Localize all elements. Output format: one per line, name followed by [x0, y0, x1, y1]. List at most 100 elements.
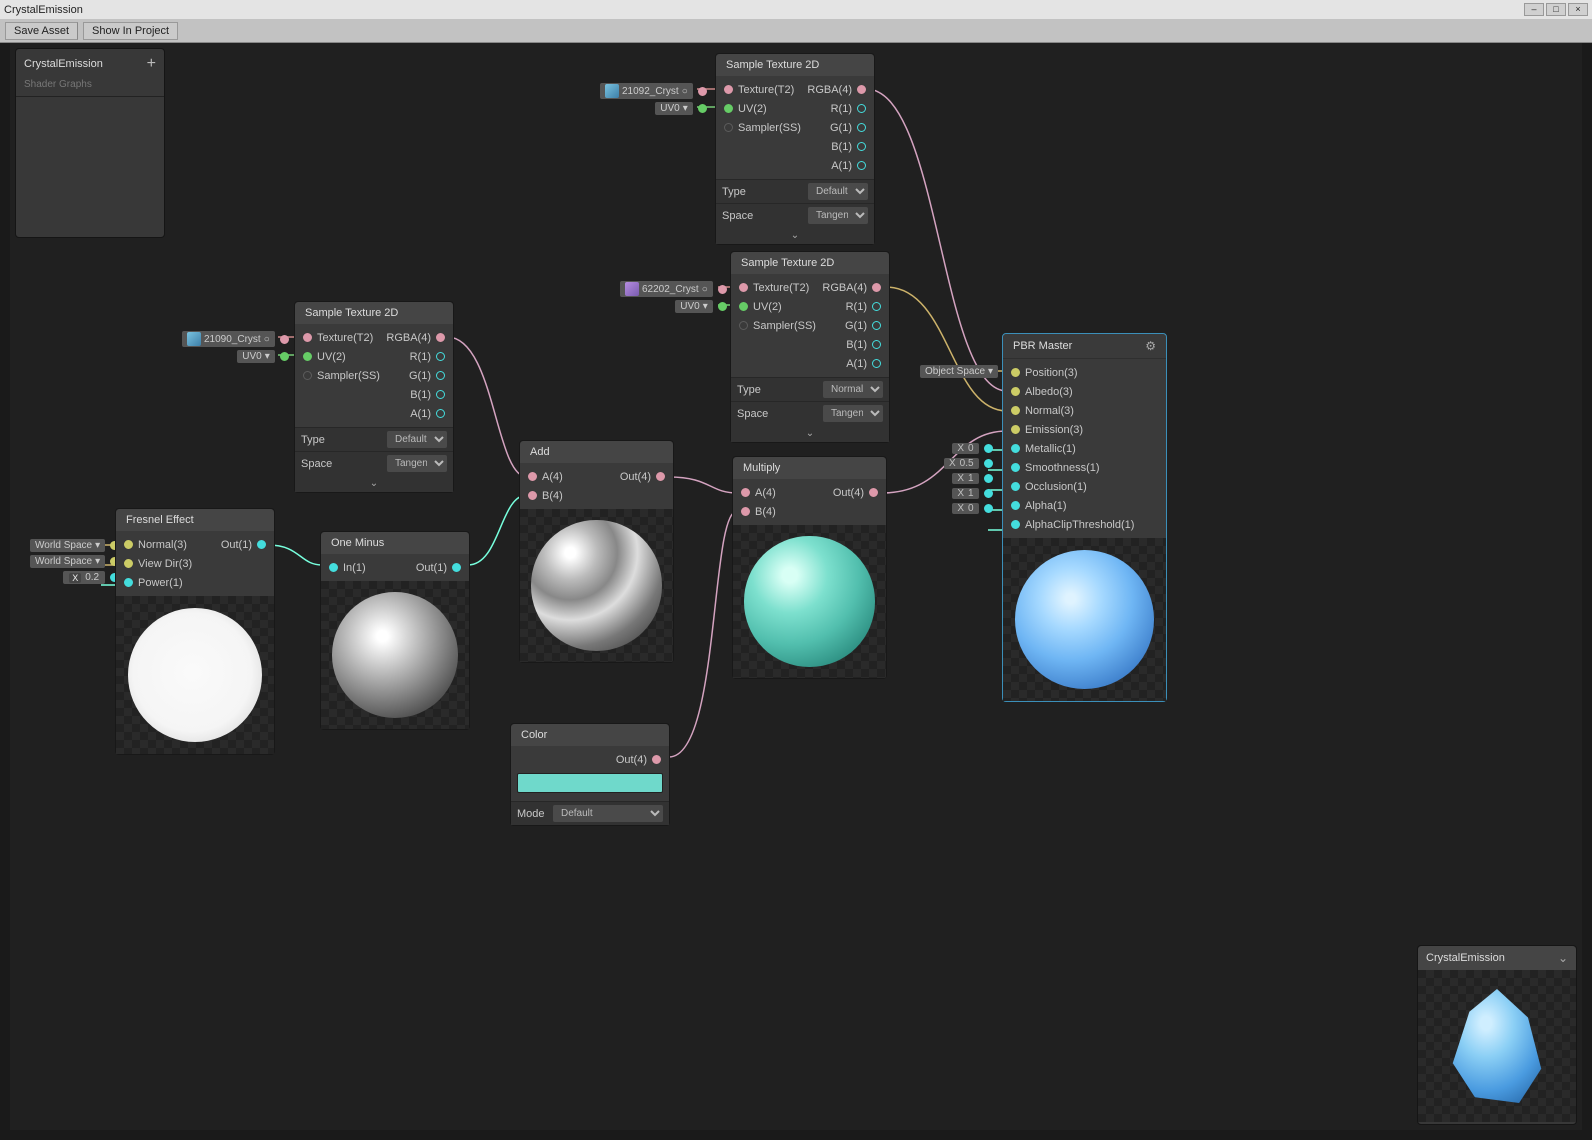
power-value-field[interactable]: X0.2	[63, 571, 105, 584]
node-sample-texture-mid[interactable]: Sample Texture 2D Texture(T2)RGBA(4) UV(…	[730, 251, 890, 443]
port-out[interactable]	[652, 755, 661, 764]
port-albedo[interactable]	[1011, 387, 1020, 396]
port-a[interactable]	[741, 488, 750, 497]
minimize-button[interactable]: –	[1524, 3, 1544, 16]
node-multiply[interactable]: Multiply A(4)Out(4) B(4)	[732, 456, 887, 679]
port-b[interactable]	[857, 142, 866, 151]
occlusion-value[interactable]: X1	[952, 473, 978, 484]
uv-chip[interactable]: UV0 ▾	[655, 102, 692, 115]
port-out[interactable]	[718, 302, 727, 311]
port-texture[interactable]	[303, 333, 312, 342]
port-uv[interactable]	[724, 104, 733, 113]
world-space-chip[interactable]: World Space ▾	[30, 539, 105, 552]
space-dropdown[interactable]: Tangent	[387, 455, 447, 472]
port-out[interactable]	[257, 540, 266, 549]
port-alphaclip[interactable]	[1011, 520, 1020, 529]
port-g[interactable]	[857, 123, 866, 132]
texture-chip-21092[interactable]: 21092_Cryst○	[600, 83, 693, 99]
port-power[interactable]	[124, 578, 133, 587]
texture-chip-62202[interactable]: 62202_Cryst○	[620, 281, 713, 297]
port-b[interactable]	[741, 507, 750, 516]
mode-dropdown[interactable]: Default	[553, 805, 663, 822]
port-out[interactable]	[718, 285, 727, 294]
node-fresnel-effect[interactable]: Fresnel Effect Normal(3)Out(1) View Dir(…	[115, 508, 275, 755]
port-rgba[interactable]	[436, 333, 445, 342]
gear-icon[interactable]: ⚙	[1145, 339, 1156, 353]
main-preview-panel[interactable]: CrystalEmission ⌄	[1417, 945, 1577, 1125]
port-sampler[interactable]	[724, 123, 733, 132]
port-a[interactable]	[436, 409, 445, 418]
port-b[interactable]	[528, 491, 537, 500]
texture-chip-21090[interactable]: 21090_Cryst○	[182, 331, 275, 347]
port[interactable]	[984, 459, 993, 468]
space-dropdown[interactable]: Tangent	[823, 405, 883, 422]
port[interactable]	[984, 474, 993, 483]
uv-chip[interactable]: UV0 ▾	[675, 300, 712, 313]
metallic-value[interactable]: X0	[952, 443, 978, 454]
port[interactable]	[984, 444, 993, 453]
port-b[interactable]	[872, 340, 881, 349]
port-out[interactable]	[698, 87, 707, 96]
node-sample-texture-left[interactable]: Sample Texture 2D Texture(T2)RGBA(4) UV(…	[294, 301, 454, 493]
port[interactable]	[984, 489, 993, 498]
smoothness-value[interactable]: X0.5	[944, 458, 979, 469]
port-b[interactable]	[436, 390, 445, 399]
port-normal[interactable]	[124, 540, 133, 549]
node-sample-texture-top[interactable]: Sample Texture 2D Texture(T2)RGBA(4) UV(…	[715, 53, 875, 245]
port-r[interactable]	[872, 302, 881, 311]
type-dropdown[interactable]: Default	[387, 431, 447, 448]
node-color[interactable]: Color Out(4) ModeDefault	[510, 723, 670, 826]
type-dropdown[interactable]: Default	[808, 183, 868, 200]
blackboard-panel[interactable]: CrystalEmission + Shader Graphs	[15, 48, 165, 238]
maximize-button[interactable]: □	[1546, 3, 1566, 16]
port-alpha[interactable]	[1011, 501, 1020, 510]
port-normal[interactable]	[1011, 406, 1020, 415]
collapse-chevron-icon[interactable]: ⌄	[731, 425, 889, 442]
port-uv[interactable]	[303, 352, 312, 361]
port-occlusion[interactable]	[1011, 482, 1020, 491]
port-emission[interactable]	[1011, 425, 1020, 434]
show-in-project-button[interactable]: Show In Project	[83, 22, 178, 40]
port-rgba[interactable]	[872, 283, 881, 292]
port-smoothness[interactable]	[1011, 463, 1020, 472]
clip-value[interactable]: X0	[952, 503, 978, 514]
port-texture[interactable]	[724, 85, 733, 94]
port-in[interactable]	[329, 563, 338, 572]
port-texture[interactable]	[739, 283, 748, 292]
port-out[interactable]	[452, 563, 461, 572]
port-out[interactable]	[656, 472, 665, 481]
port-sampler[interactable]	[739, 321, 748, 330]
port-uv[interactable]	[739, 302, 748, 311]
port-a[interactable]	[528, 472, 537, 481]
port-r[interactable]	[857, 104, 866, 113]
port-sampler[interactable]	[303, 371, 312, 380]
chevron-down-icon[interactable]: ⌄	[1558, 951, 1568, 965]
node-one-minus[interactable]: One Minus In(1)Out(1)	[320, 531, 470, 730]
port-position[interactable]	[1011, 368, 1020, 377]
uv-chip[interactable]: UV0 ▾	[237, 350, 274, 363]
port-out[interactable]	[280, 335, 289, 344]
save-asset-button[interactable]: Save Asset	[5, 22, 78, 40]
port-out[interactable]	[280, 352, 289, 361]
port-metallic[interactable]	[1011, 444, 1020, 453]
port-viewdir[interactable]	[124, 559, 133, 568]
port-g[interactable]	[872, 321, 881, 330]
port-out[interactable]	[869, 488, 878, 497]
shader-graph-canvas[interactable]: CrystalEmission + Shader Graphs 21092_Cr…	[10, 43, 1582, 1130]
port-out[interactable]	[698, 104, 707, 113]
blackboard-add-button[interactable]: +	[147, 55, 156, 73]
collapse-chevron-icon[interactable]: ⌄	[716, 227, 874, 244]
node-add[interactable]: Add A(4)Out(4) B(4)	[519, 440, 674, 663]
collapse-chevron-icon[interactable]: ⌄	[295, 475, 453, 492]
space-dropdown[interactable]: Tangent	[808, 207, 868, 224]
port-g[interactable]	[436, 371, 445, 380]
node-pbr-master[interactable]: PBR Master ⚙ Position(3) Albedo(3) Norma…	[1002, 333, 1167, 702]
type-dropdown[interactable]: Normal	[823, 381, 883, 398]
close-button[interactable]: ×	[1568, 3, 1588, 16]
port-r[interactable]	[436, 352, 445, 361]
port-rgba[interactable]	[857, 85, 866, 94]
color-swatch[interactable]	[517, 773, 663, 793]
port-a[interactable]	[857, 161, 866, 170]
port-a[interactable]	[872, 359, 881, 368]
world-space-chip[interactable]: World Space ▾	[30, 555, 105, 568]
